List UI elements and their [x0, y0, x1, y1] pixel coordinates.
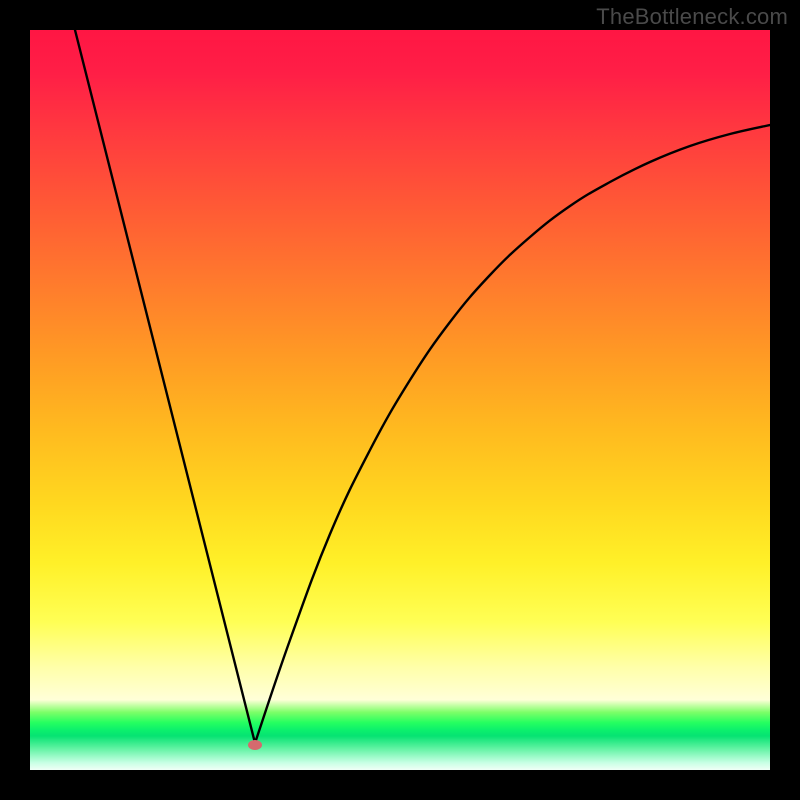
curve-path: [75, 30, 770, 743]
bottleneck-curve: [30, 30, 770, 770]
watermark-text: TheBottleneck.com: [596, 4, 788, 30]
minimum-marker: [248, 740, 262, 750]
plot-area: [30, 30, 770, 770]
chart-frame: TheBottleneck.com: [0, 0, 800, 800]
